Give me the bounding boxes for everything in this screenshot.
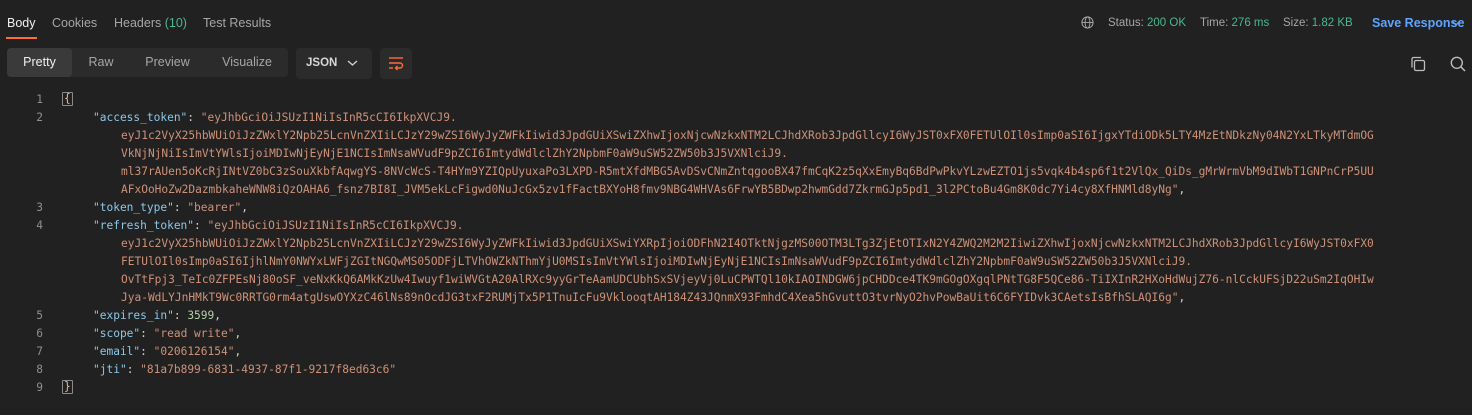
code-wrap-line: FETUlOIl0sImp0aSI6IjhlNmY0NWYxLWFjZGItNG… [121, 255, 1192, 268]
line-number: 9 [36, 381, 43, 394]
view-preview-button[interactable]: Preview [140, 48, 195, 77]
json-key: "email" [93, 345, 141, 358]
json-number: 3599 [187, 309, 215, 322]
tab-body[interactable]: Body [7, 16, 36, 30]
json-key: "refresh_token" [93, 219, 195, 232]
line-number: 4 [36, 219, 43, 232]
code-line: "access_token": "eyJhbGciOiJSUzI1NiIsInR… [93, 111, 457, 124]
code-wrap-line: ml37rAUen5oKcRjINtVZ0bC3zSouXkbfAqwgYS-8… [121, 165, 1374, 178]
code-line: } [62, 380, 73, 394]
search-icon[interactable] [1450, 56, 1466, 72]
status-label: Status: [1108, 17, 1144, 29]
code-line: "expires_in": 3599, [93, 309, 222, 322]
chevron-down-icon[interactable] [1451, 19, 1461, 27]
size-label: Size: [1283, 17, 1309, 29]
view-visualize-button[interactable]: Visualize [218, 48, 276, 77]
open-brace: { [62, 92, 73, 106]
code-line: "scope": "read write", [93, 327, 242, 340]
code-wrap-line: eyJ1c2VyX25hbWUiOiJzZWxlY2Npb25LcnVnZXIi… [121, 129, 1374, 142]
response-body-editor[interactable]: 1 2 3 4 5 6 7 8 9 { "access_token": "eyJ… [0, 90, 1472, 410]
line-number: 1 [36, 93, 43, 106]
code-line: "refresh_token": "eyJhbGciOiJSUzI1NiIsIn… [93, 219, 464, 232]
json-string: "read write" [153, 327, 235, 340]
time-info[interactable]: Time: 276 ms [1200, 17, 1269, 29]
json-string: "eyJhbGciOiJSUzI1NiIsInR5cCI6IkpXVCJ9. [200, 111, 457, 124]
json-key: "token_type" [93, 201, 174, 214]
line-number: 3 [36, 201, 43, 214]
format-select-value: JSON [306, 57, 338, 69]
code-wrap-line: VkNjNjNiIsImVtYWlsIjoiMDIwNjEyNjE1NCIsIm… [121, 147, 788, 160]
globe-icon[interactable] [1081, 16, 1094, 29]
wrap-lines-icon [389, 57, 404, 71]
json-string: "bearer" [187, 201, 242, 214]
json-key: "jti" [93, 363, 127, 376]
code-line: "token_type": "bearer", [93, 201, 248, 214]
json-string: "eyJhbGciOiJSUzI1NiIsInR5cCI6IkpXVCJ9. [207, 219, 464, 232]
time-label: Time: [1200, 17, 1229, 29]
headers-count-badge: (10) [164, 16, 187, 30]
json-key: "expires_in" [93, 309, 174, 322]
active-tab-indicator [6, 37, 37, 39]
tab-headers-label: Headers [114, 16, 162, 30]
line-number: 2 [36, 111, 43, 124]
code-line: "email": "0206126154", [93, 345, 242, 358]
code-wrap-line: OvTtFpj3_TeIc0ZFPEsNj80oSF_veNxKkQ6AMkKz… [121, 273, 1374, 286]
line-number: 6 [36, 327, 43, 340]
line-number: 8 [36, 363, 43, 376]
line-number: 5 [36, 309, 43, 322]
size-value: 1.82 KB [1311, 17, 1353, 29]
tab-cookies[interactable]: Cookies [52, 16, 97, 30]
status-value: 200 OK [1147, 17, 1187, 29]
close-brace: } [62, 380, 73, 394]
json-string: AFxOoHoZw2DazmbkaheWNW8iQzOAHA6_fsnz7BI8… [121, 183, 1179, 196]
code-wrap-line: AFxOoHoZw2DazmbkaheWNW8iQzOAHA6_fsnz7BI8… [121, 183, 1186, 196]
tab-test-results[interactable]: Test Results [203, 16, 271, 30]
size-info[interactable]: Size: 1.82 KB [1283, 17, 1353, 29]
json-key: "access_token" [93, 111, 188, 124]
response-tabbar: Body Cookies Headers (10) Test Results S… [0, 0, 1472, 40]
json-string: "81a7b899-6831-4937-87f1-9217f8ed63c6" [140, 363, 397, 376]
code-wrap-line: eyJ1c2VyX25hbWUiOiJzZWxlY2Npb25LcnVnZXIi… [121, 237, 1374, 250]
json-string: "0206126154" [153, 345, 235, 358]
time-value: 276 ms [1231, 17, 1270, 29]
code-line: "jti": "81a7b899-6831-4937-87f1-9217f8ed… [93, 363, 397, 376]
code-line: { [62, 92, 73, 106]
tab-headers[interactable]: Headers (10) [114, 16, 187, 30]
chevron-down-icon [347, 60, 358, 66]
format-select[interactable]: JSON [296, 48, 372, 79]
json-key: "scope" [93, 327, 141, 340]
line-number: 7 [36, 345, 43, 358]
view-mode-segmented-control: Pretty Raw Preview Visualize [7, 48, 288, 77]
status-info[interactable]: Status: 200 OK [1108, 17, 1186, 29]
json-string: Jya-WdLYJnHMkT9Wc0RRTG0rm4atgUswOYXzC46l… [121, 291, 1179, 304]
wrap-lines-button[interactable] [380, 48, 412, 79]
view-pretty-button[interactable]: Pretty [7, 48, 72, 77]
copy-icon[interactable] [1410, 56, 1426, 72]
view-raw-button[interactable]: Raw [82, 48, 120, 77]
code-wrap-line: Jya-WdLYJnHMkT9Wc0RRTG0rm4atgUswOYXzC46l… [121, 291, 1186, 304]
